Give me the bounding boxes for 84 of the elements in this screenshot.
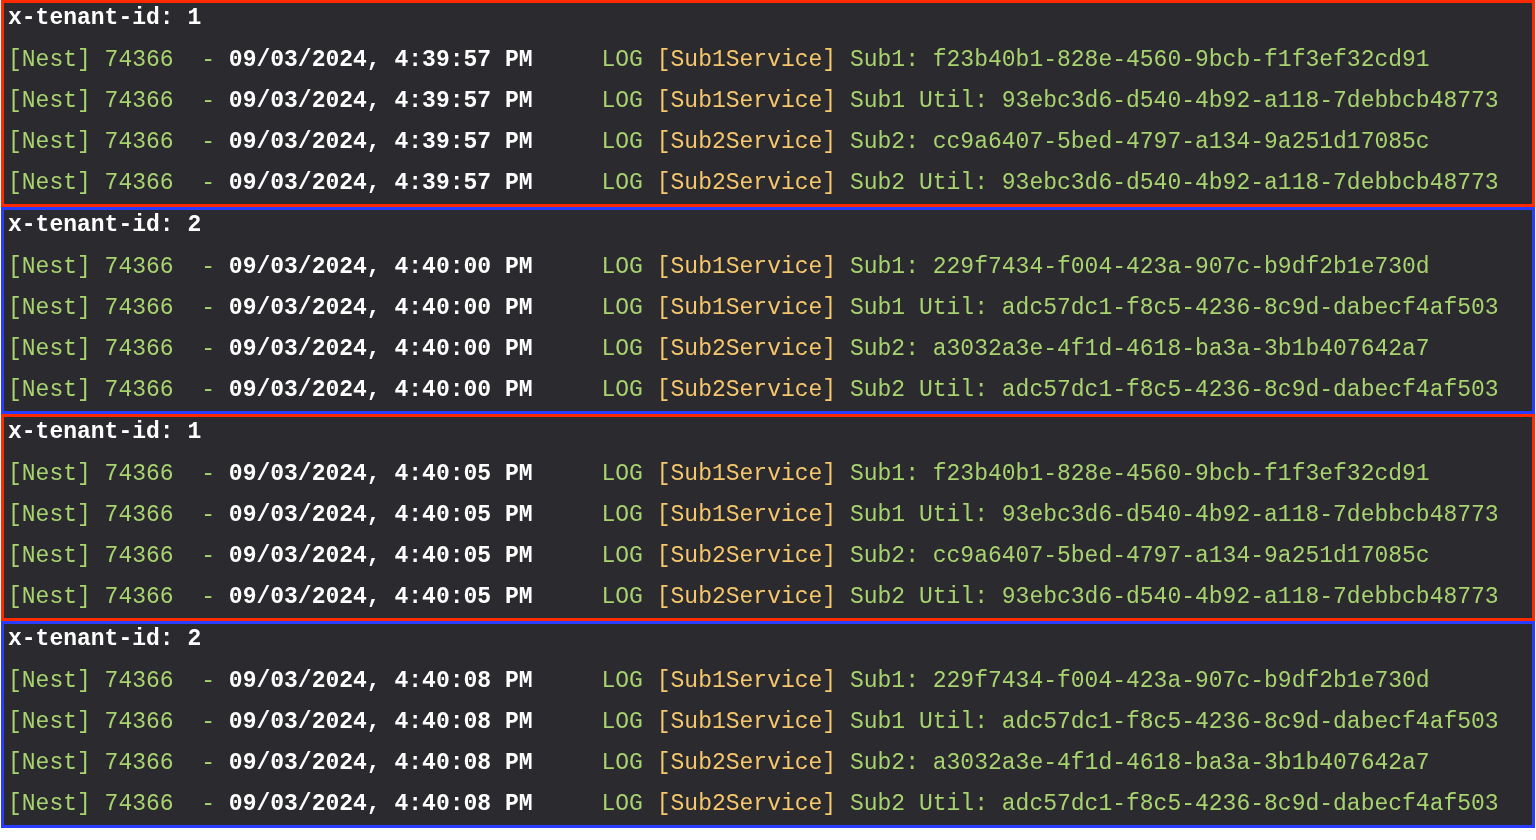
log-timestamp: 09/03/2024, 4:39:57 PM	[228, 87, 533, 116]
log-level: LOG	[601, 335, 643, 364]
log-prefix: [Nest] 74366 -	[8, 294, 216, 323]
log-message: Sub2 Util: adc57dc1-f8c5-4236-8c9d-dabecf4af503	[849, 790, 1499, 819]
log-context: [Sub2Service]	[656, 128, 837, 157]
log-level: LOG	[601, 128, 643, 157]
log-level: LOG	[601, 583, 643, 612]
log-level: LOG	[601, 294, 643, 323]
log-timestamp: 09/03/2024, 4:39:57 PM	[228, 128, 533, 157]
log-prefix: [Nest] 74366 -	[8, 501, 216, 530]
log-timestamp: 09/03/2024, 4:40:00 PM	[228, 376, 533, 405]
tenant-header: x-tenant-id: 1	[8, 4, 202, 33]
log-timestamp: 09/03/2024, 4:40:08 PM	[228, 749, 533, 778]
log-message: Sub2: cc9a6407-5bed-4797-a134-9a251d17085c	[849, 128, 1430, 157]
log-message: Sub1: 229f7434-f004-423a-907c-b9df2b1e730d	[849, 667, 1430, 696]
log-context: [Sub1Service]	[656, 294, 837, 323]
log-prefix: [Nest] 74366 -	[8, 169, 216, 198]
log-message: Sub2: a3032a3e-4f1d-4618-ba3a-3b1b407642a7	[849, 335, 1430, 364]
log-prefix: [Nest] 74366 -	[8, 128, 216, 157]
log-context: [Sub2Service]	[656, 542, 837, 571]
log-context: [Sub1Service]	[656, 46, 837, 75]
log-level: LOG	[601, 749, 643, 778]
log-message: Sub2: cc9a6407-5bed-4797-a134-9a251d17085c	[849, 542, 1430, 571]
log-timestamp: 09/03/2024, 4:39:57 PM	[228, 169, 533, 198]
log-level: LOG	[601, 501, 643, 530]
log-level: LOG	[601, 376, 643, 405]
log-context: [Sub1Service]	[656, 708, 837, 737]
log-timestamp: 09/03/2024, 4:40:05 PM	[228, 460, 533, 489]
log-prefix: [Nest] 74366 -	[8, 583, 216, 612]
log-message: Sub1: 229f7434-f004-423a-907c-b9df2b1e730d	[849, 253, 1430, 282]
log-prefix: [Nest] 74366 -	[8, 376, 216, 405]
log-level: LOG	[601, 169, 643, 198]
log-prefix: [Nest] 74366 -	[8, 87, 216, 116]
log-timestamp: 09/03/2024, 4:40:05 PM	[228, 583, 533, 612]
log-context: [Sub2Service]	[656, 583, 837, 612]
log-context: [Sub2Service]	[656, 376, 837, 405]
log-message: Sub1: f23b40b1-828e-4560-9bcb-f1f3ef32cd91	[849, 46, 1430, 75]
log-message: Sub2 Util: adc57dc1-f8c5-4236-8c9d-dabecf4af503	[849, 376, 1499, 405]
log-timestamp: 09/03/2024, 4:40:00 PM	[228, 294, 533, 323]
log-timestamp: 09/03/2024, 4:40:08 PM	[228, 667, 533, 696]
log-timestamp: 09/03/2024, 4:40:05 PM	[228, 501, 533, 530]
log-timestamp: 09/03/2024, 4:40:08 PM	[228, 708, 533, 737]
log-context: [Sub2Service]	[656, 790, 837, 819]
log-timestamp: 09/03/2024, 4:40:00 PM	[228, 335, 533, 364]
tenant-header: x-tenant-id: 1	[8, 418, 202, 447]
tenant-header: x-tenant-id: 2	[8, 625, 202, 654]
log-level: LOG	[601, 46, 643, 75]
log-timestamp: 09/03/2024, 4:40:00 PM	[228, 253, 533, 282]
log-context: [Sub1Service]	[656, 501, 837, 530]
tenant-header: x-tenant-id: 2	[8, 211, 202, 240]
log-prefix: [Nest] 74366 -	[8, 542, 216, 571]
log-level: LOG	[601, 253, 643, 282]
log-prefix: [Nest] 74366 -	[8, 253, 216, 282]
log-message: Sub2 Util: 93ebc3d6-d540-4b92-a118-7debbcb48773	[849, 583, 1499, 612]
log-prefix: [Nest] 74366 -	[8, 790, 216, 819]
log-context: [Sub2Service]	[656, 335, 837, 364]
log-level: LOG	[601, 87, 643, 116]
log-level: LOG	[601, 542, 643, 571]
log-message: Sub1 Util: adc57dc1-f8c5-4236-8c9d-dabecf4af503	[849, 294, 1499, 323]
log-timestamp: 09/03/2024, 4:40:08 PM	[228, 790, 533, 819]
log-context: [Sub2Service]	[656, 169, 837, 198]
log-prefix: [Nest] 74366 -	[8, 460, 216, 489]
log-prefix: [Nest] 74366 -	[8, 46, 216, 75]
log-context: [Sub1Service]	[656, 87, 837, 116]
log-prefix: [Nest] 74366 -	[8, 708, 216, 737]
log-context: [Sub1Service]	[656, 253, 837, 282]
log-level: LOG	[601, 790, 643, 819]
log-level: LOG	[601, 460, 643, 489]
log-context: [Sub2Service]	[656, 749, 837, 778]
log-message: Sub1 Util: 93ebc3d6-d540-4b92-a118-7debbcb48773	[849, 501, 1499, 530]
log-context: [Sub1Service]	[656, 460, 837, 489]
log-message: Sub2: a3032a3e-4f1d-4618-ba3a-3b1b407642a7	[849, 749, 1430, 778]
log-context: [Sub1Service]	[656, 667, 837, 696]
log-timestamp: 09/03/2024, 4:39:57 PM	[228, 46, 533, 75]
log-message: Sub2 Util: 93ebc3d6-d540-4b92-a118-7debbcb48773	[849, 169, 1499, 198]
log-message: Sub1 Util: adc57dc1-f8c5-4236-8c9d-dabecf4af503	[849, 708, 1499, 737]
log-level: LOG	[601, 708, 643, 737]
log-message: Sub1 Util: 93ebc3d6-d540-4b92-a118-7debbcb48773	[849, 87, 1499, 116]
log-prefix: [Nest] 74366 -	[8, 335, 216, 364]
log-prefix: [Nest] 74366 -	[8, 749, 216, 778]
log-level: LOG	[601, 667, 643, 696]
log-timestamp: 09/03/2024, 4:40:05 PM	[228, 542, 533, 571]
log-prefix: [Nest] 74366 -	[8, 667, 216, 696]
log-message: Sub1: f23b40b1-828e-4560-9bcb-f1f3ef32cd91	[849, 460, 1430, 489]
